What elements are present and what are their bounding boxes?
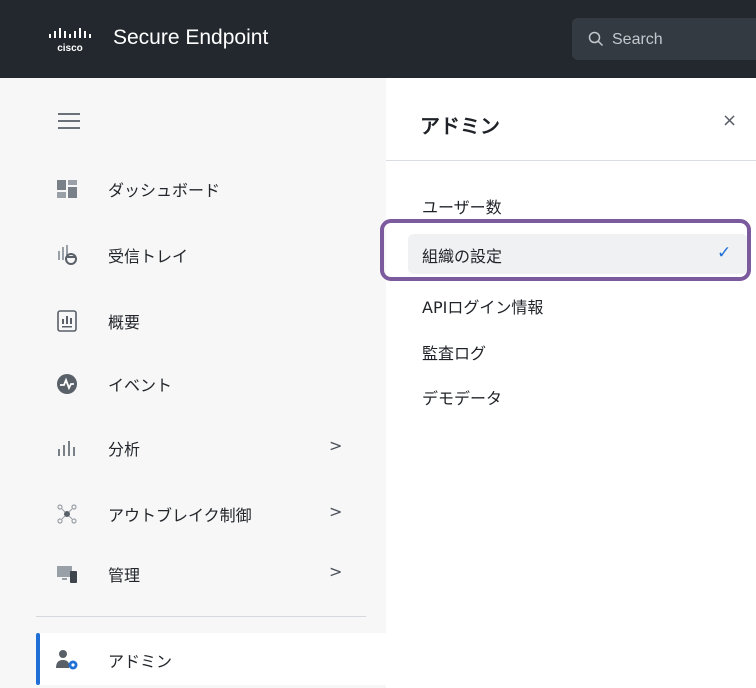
sidebar-item-inbox[interactable]: 受信トレイ xyxy=(0,229,386,279)
sidebar-item-label: 分析 xyxy=(108,440,141,459)
cisco-logo: cisco xyxy=(49,28,91,53)
sidebar-item-events[interactable]: イベント xyxy=(0,358,386,408)
sidebar-divider xyxy=(36,616,366,617)
search-box[interactable] xyxy=(572,18,756,62)
highlight-annotation xyxy=(380,219,751,281)
sidebar-item-dashboard[interactable]: ダッシュボード xyxy=(0,163,386,213)
app-title: Secure Endpoint xyxy=(113,26,269,49)
analysis-icon xyxy=(58,441,75,456)
menu-item-demo-data[interactable]: デモデータ xyxy=(422,385,502,409)
admin-flyout-panel xyxy=(386,78,756,688)
events-icon xyxy=(57,374,77,394)
inbox-icon xyxy=(58,245,77,265)
panel-title: アドミン xyxy=(420,114,500,138)
close-icon[interactable]: × xyxy=(722,110,737,131)
chevron-right-icon: > xyxy=(329,562,343,581)
svg-text:cisco: cisco xyxy=(57,43,83,53)
sidebar-item-outbreak-control[interactable]: アウトブレイク制御 > xyxy=(0,488,386,538)
sidebar-item-label: アウトブレイク制御 xyxy=(108,506,252,525)
search-input[interactable] xyxy=(610,18,756,62)
top-bar: cisco Secure Endpoint xyxy=(0,0,756,78)
panel-divider xyxy=(386,160,756,161)
hamburger-menu-icon[interactable] xyxy=(58,113,80,129)
sidebar-item-label: 受信トレイ xyxy=(108,247,189,266)
menu-item-audit-log[interactable]: 監査ログ xyxy=(422,340,486,364)
outbreak-control-icon xyxy=(57,504,77,524)
menu-item-users[interactable]: ユーザー数 xyxy=(422,194,502,218)
menu-item-api-credentials[interactable]: APIログイン情報 xyxy=(422,294,543,318)
sidebar-item-label: 概要 xyxy=(108,313,141,332)
sidebar-item-overview[interactable]: 概要 xyxy=(0,295,386,345)
sidebar-item-analysis[interactable]: 分析 > xyxy=(0,422,386,472)
management-icon xyxy=(57,566,77,583)
sidebar-item-label: ダッシュボード xyxy=(108,181,221,200)
overview-icon xyxy=(57,310,77,332)
sidebar-item-label: アドミン xyxy=(108,652,173,671)
search-icon xyxy=(588,31,604,47)
chevron-right-icon: > xyxy=(329,502,343,521)
sidebar-item-label: イベント xyxy=(108,376,173,395)
sidebar-item-management[interactable]: 管理 > xyxy=(0,548,386,598)
dashboard-icon xyxy=(57,180,77,198)
chevron-right-icon: > xyxy=(329,436,343,455)
sidebar-item-label: 管理 xyxy=(108,566,141,585)
admin-icon xyxy=(56,650,78,670)
sidebar-item-admin[interactable]: アドミン xyxy=(0,634,386,684)
